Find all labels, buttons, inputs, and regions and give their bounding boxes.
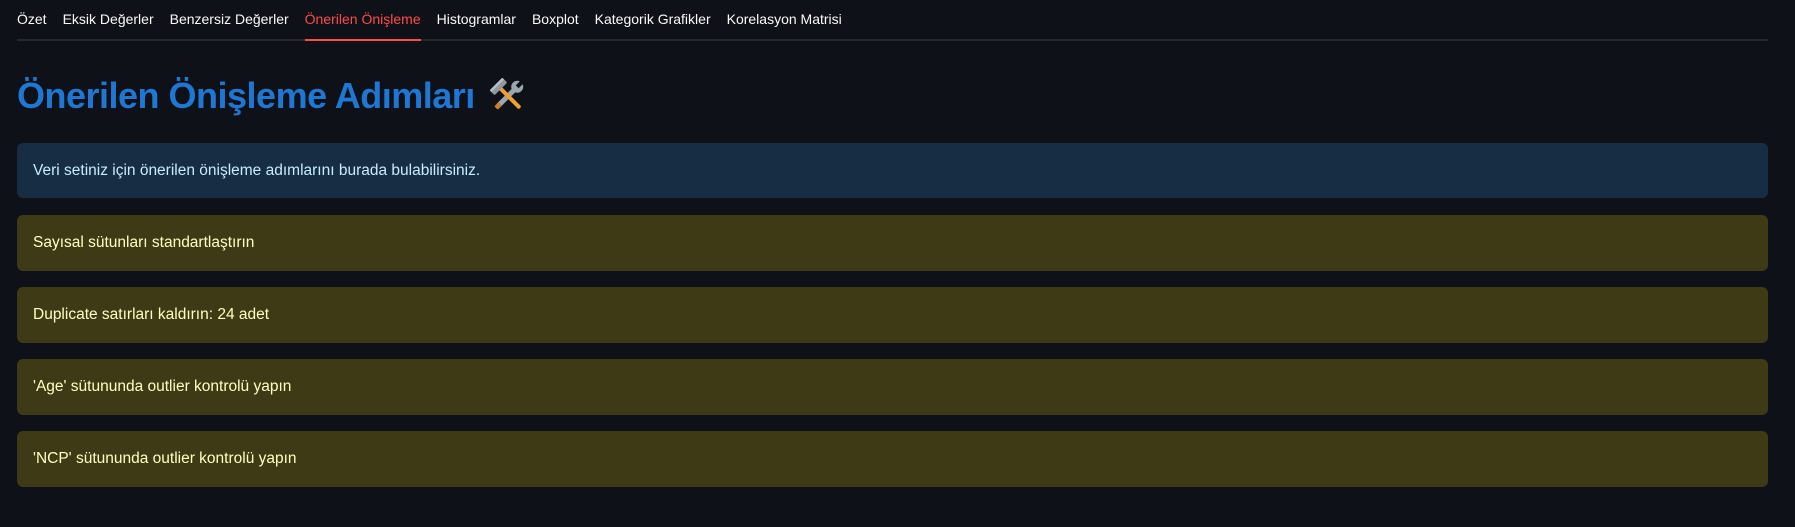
suggestion-item: Sayısal sütunları standartlaştırın [17, 215, 1768, 271]
tab-ozet[interactable]: Özet [17, 0, 47, 39]
page: Özet Eksik Değerler Benzersiz Değerler Ö… [0, 0, 1795, 527]
suggestion-item: Duplicate satırları kaldırın: 24 adet [17, 287, 1768, 343]
tab-benzersiz-degerler[interactable]: Benzersiz Değerler [170, 0, 289, 39]
suggestion-item: 'Age' sütununda outlier kontrolü yapın [17, 359, 1768, 415]
tab-eksik-degerler[interactable]: Eksik Değerler [63, 0, 154, 39]
info-message: Veri setiniz için önerilen önişleme adım… [17, 143, 1768, 198]
tab-onerilen-onisleme[interactable]: Önerilen Önişleme [304, 0, 421, 41]
heading-row: Önerilen Önişleme Adımları [17, 71, 1768, 121]
page-title: Önerilen Önişleme Adımları [17, 75, 475, 116]
tab-korelasyon-matrisi[interactable]: Korelasyon Matrisi [727, 0, 842, 39]
tab-histogramlar[interactable]: Histogramlar [437, 0, 516, 39]
tab-kategorik-grafikler[interactable]: Kategorik Grafikler [595, 0, 711, 39]
hammer-and-wrench-icon [487, 75, 529, 117]
tab-boxplot[interactable]: Boxplot [532, 0, 579, 39]
suggestion-item: 'NCP' sütununda outlier kontrolü yapın [17, 431, 1768, 487]
tab-bar: Özet Eksik Değerler Benzersiz Değerler Ö… [17, 0, 1768, 41]
